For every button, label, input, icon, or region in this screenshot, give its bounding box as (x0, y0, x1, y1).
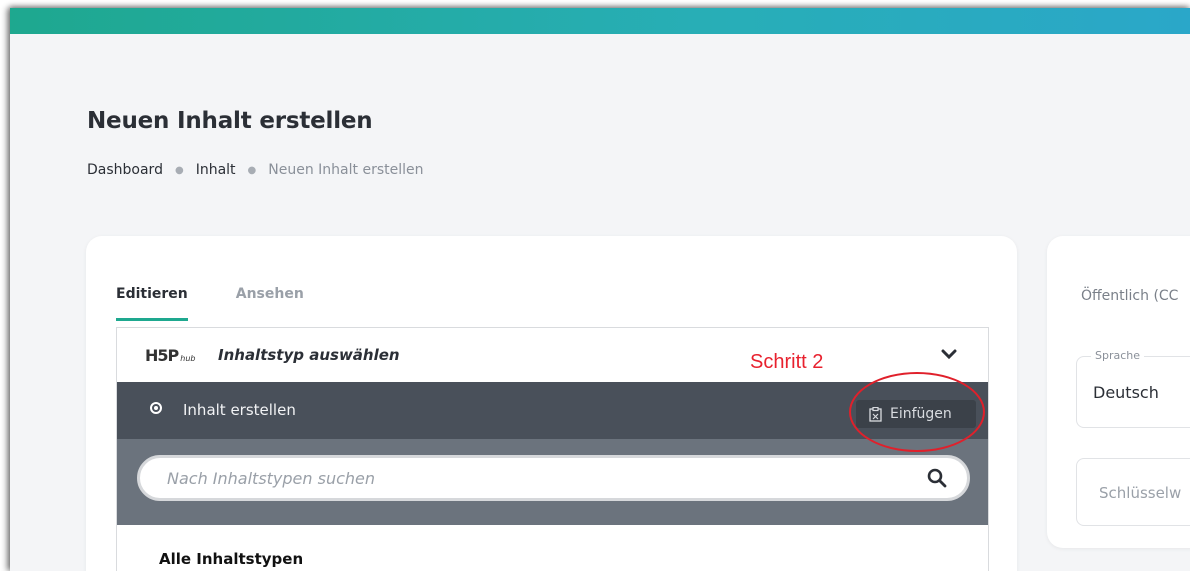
keywords-field (1076, 458, 1190, 526)
language-select[interactable]: Sprache Deutsch (1076, 349, 1190, 428)
breadcrumb: Dashboard ● Inhalt ● Neuen Inhalt erstel… (87, 162, 424, 178)
step-annotation-label: Schritt 2 (750, 351, 824, 373)
page-title: Neuen Inhalt erstellen (87, 108, 373, 134)
chevron-down-icon[interactable] (941, 348, 957, 360)
content-type-selector[interactable]: H5P hub Inhaltstyp auswählen (117, 328, 988, 382)
search-area (117, 439, 988, 525)
language-value: Deutsch (1093, 383, 1159, 402)
breadcrumb-inhalt[interactable]: Inhalt (196, 162, 236, 178)
create-content-label: Inhalt erstellen (183, 401, 296, 419)
settings-card: Öffentlich (CC Sprache Deutsch (1047, 236, 1190, 548)
create-content-radio[interactable] (150, 402, 162, 414)
search-input[interactable] (165, 467, 927, 489)
breadcrumb-separator: ● (247, 164, 257, 176)
h5p-logo-sub: hub (180, 354, 196, 363)
breadcrumb-current: Neuen Inhalt erstellen (268, 162, 424, 178)
step-annotation-ellipse (849, 372, 985, 452)
tab-editieren[interactable]: Editieren (116, 286, 188, 321)
select-content-type-label: Inhaltstyp auswählen (218, 346, 400, 364)
breadcrumb-separator: ● (174, 164, 184, 176)
top-accent-bar (10, 8, 1190, 34)
h5p-logo-text: H5P (145, 346, 179, 365)
tab-bar: Editieren Ansehen (116, 286, 352, 321)
language-legend: Sprache (1091, 349, 1145, 362)
tab-ansehen[interactable]: Ansehen (236, 286, 304, 321)
breadcrumb-dashboard[interactable]: Dashboard (87, 162, 163, 178)
h5p-hub-logo: H5P hub (145, 346, 195, 365)
app-window: Neuen Inhalt erstellen Dashboard ● Inhal… (10, 8, 1190, 571)
content-type-search (137, 455, 970, 501)
search-icon[interactable] (927, 468, 947, 488)
all-content-types-heading: Alle Inhaltstypen (159, 550, 304, 568)
visibility-label: Öffentlich (CC (1081, 288, 1179, 304)
h5p-editor: H5P hub Inhaltstyp auswählen Inhalt erste… (116, 327, 989, 571)
keywords-input[interactable] (1097, 483, 1190, 503)
